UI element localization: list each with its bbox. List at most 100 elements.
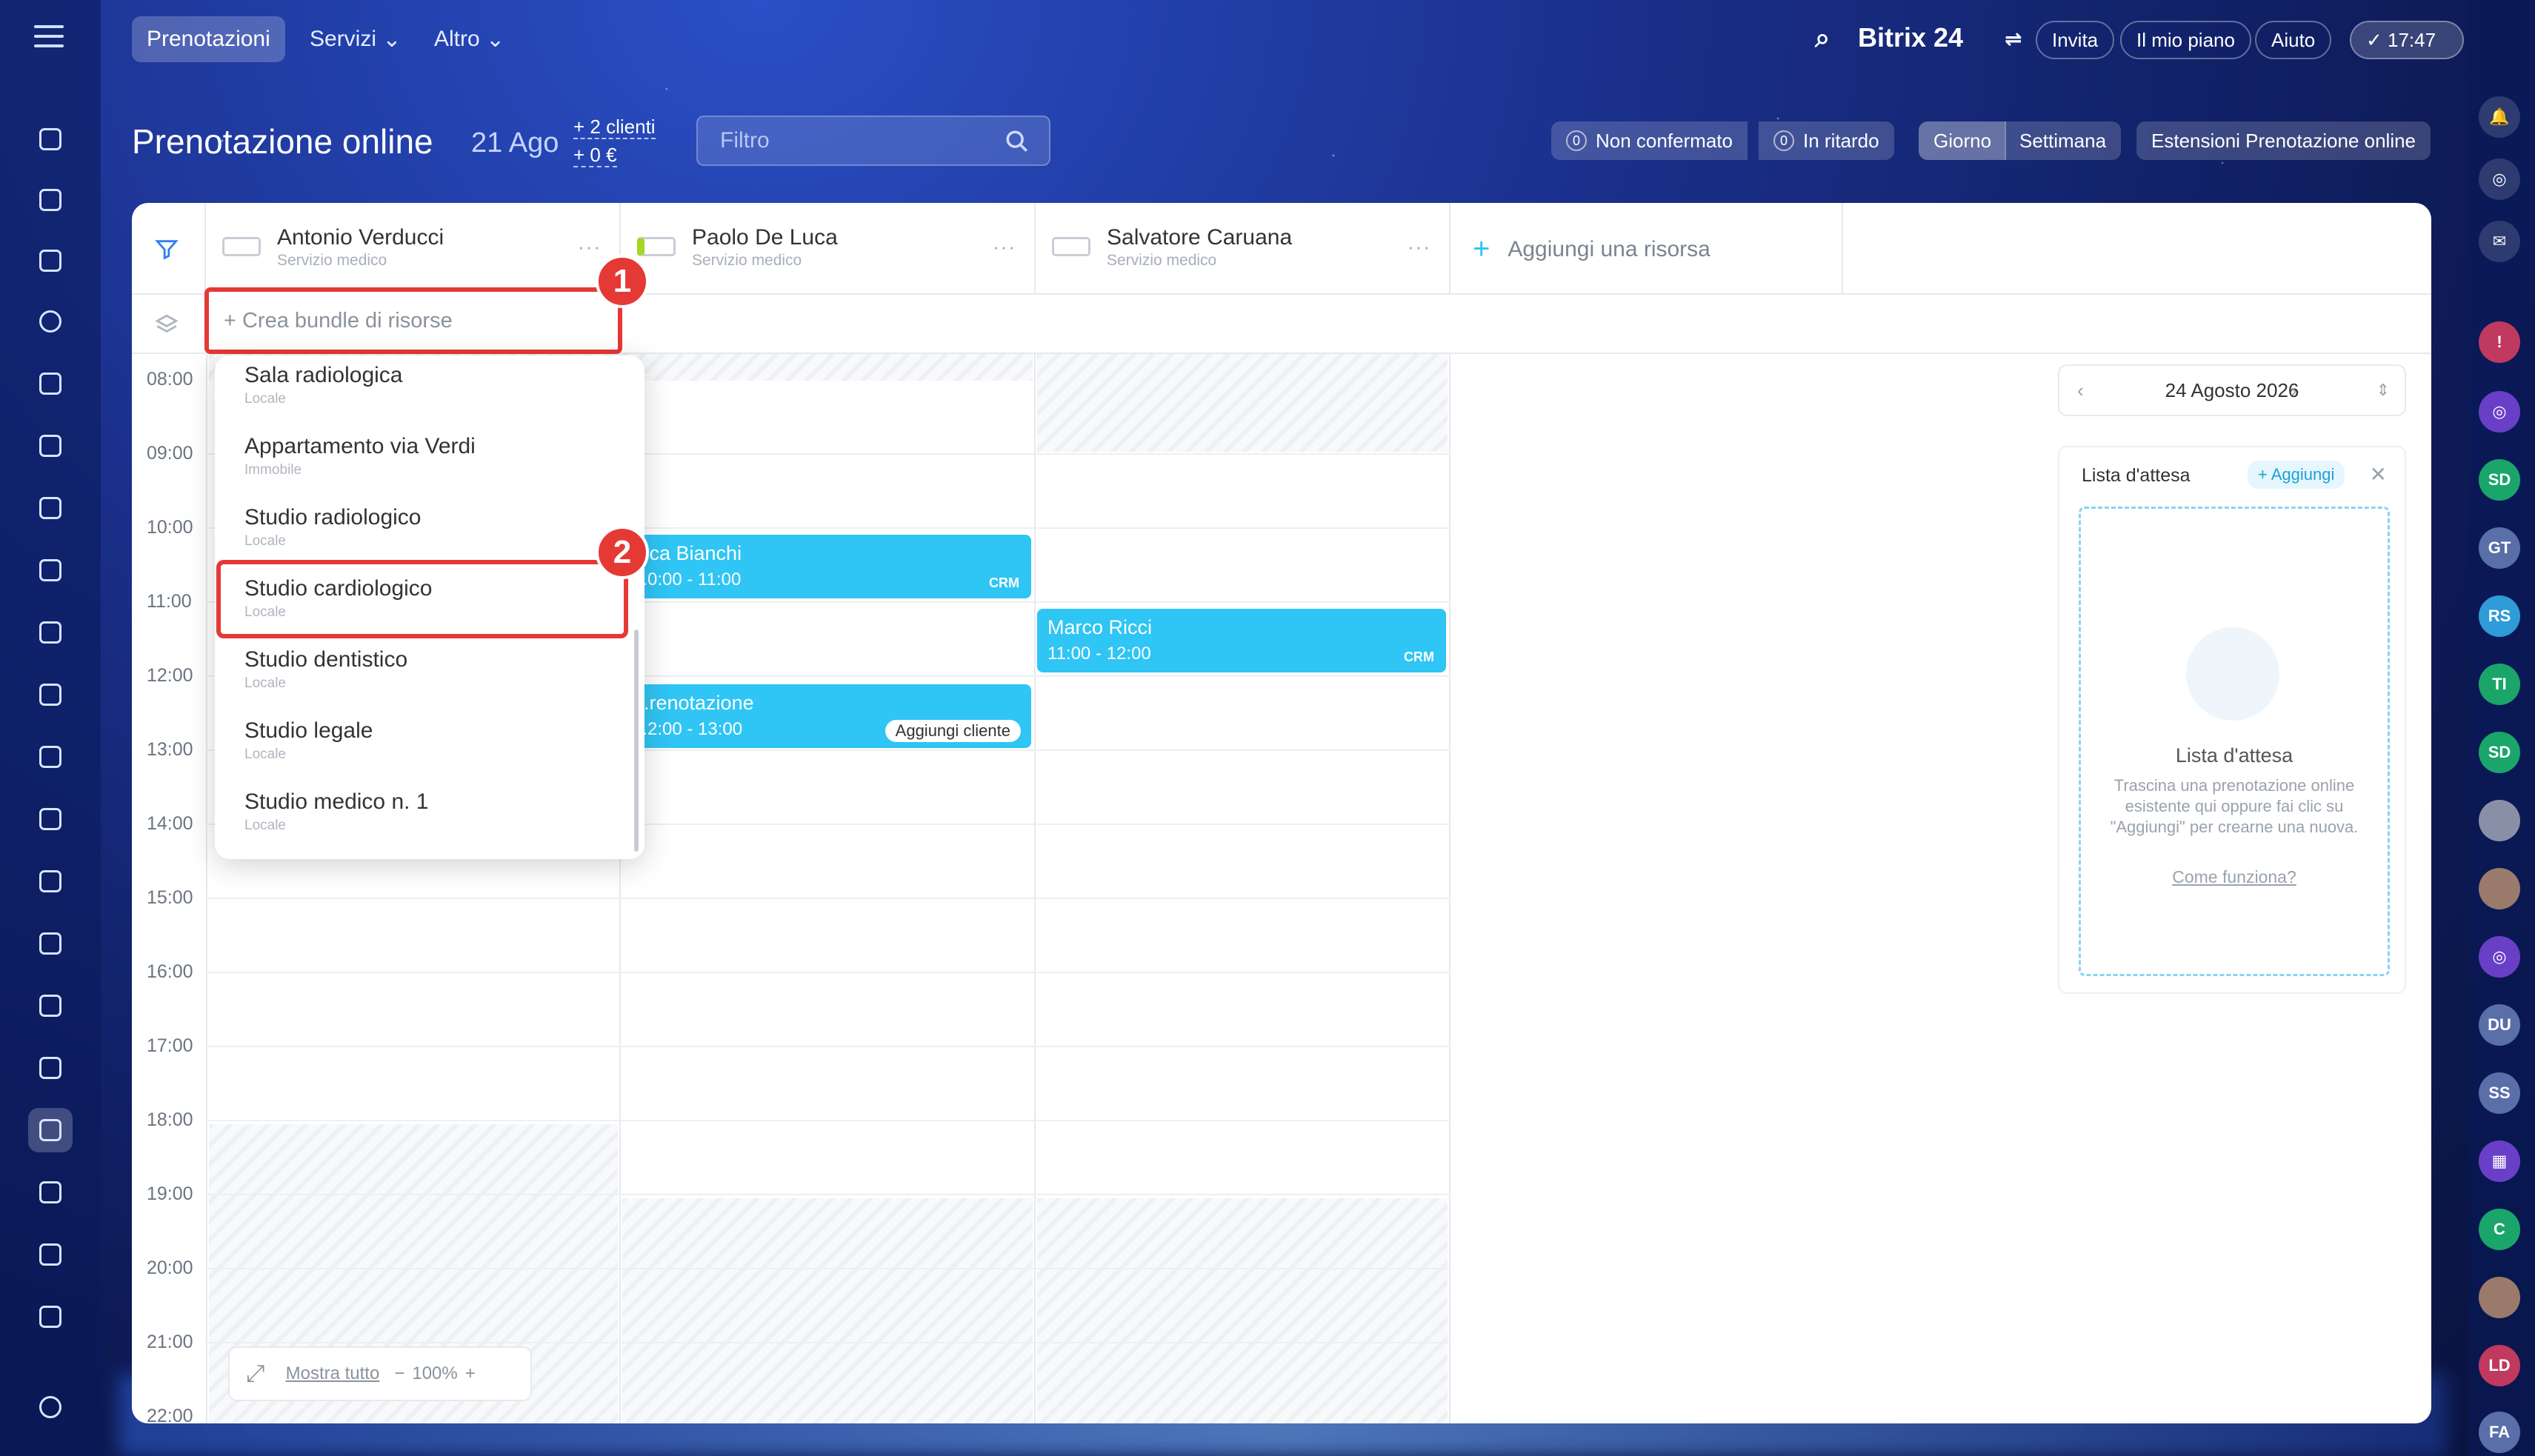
right-sidebar: 🔔 ◎ ✉ ! ◎ SD GT RS TI SD ◎ DU SS ▦ C LD … [2468, 0, 2535, 1456]
dropdown-item[interactable]: Appartamento via Verdi Immobile [244, 434, 476, 478]
avatar-photo-2[interactable] [2479, 868, 2520, 909]
collapse-icon[interactable]: ⇕ [2376, 381, 2390, 400]
close-icon[interactable]: ✕ [2370, 462, 2387, 487]
chat-icon[interactable] [28, 178, 73, 222]
avatar-gt[interactable]: GT [2479, 527, 2520, 569]
money-stat[interactable]: + 0 € [573, 144, 617, 167]
avatar-fa[interactable]: FA [2479, 1412, 2520, 1453]
dropdown-item[interactable]: Studio legale Locale [244, 718, 373, 763]
booking-event-empty[interactable]: ...renotazione ...2:00 - 13:00 Aggiungi … [622, 684, 1031, 748]
docs-icon[interactable] [28, 424, 73, 468]
avatar-sd-2[interactable]: SD [2479, 732, 2520, 773]
current-date[interactable]: 24 Agosto 2026 [2165, 379, 2299, 402]
avatar-ss[interactable]: SS [2479, 1072, 2520, 1114]
crm-icon[interactable] [28, 361, 73, 406]
zoom-out-button[interactable]: − [394, 1363, 404, 1384]
how-it-works-link[interactable]: Come funziona? [2081, 867, 2388, 887]
store-icon[interactable] [28, 859, 73, 904]
tab-altro[interactable]: Altro ⌄ [419, 16, 519, 62]
copilot-icon[interactable]: ◎ [2479, 158, 2520, 200]
dropdown-item[interactable]: Studio radiologico Locale [244, 505, 422, 550]
bell-icon[interactable]: 🔔 [2479, 96, 2520, 138]
sign-icon[interactable] [28, 1295, 73, 1339]
crm-badge[interactable]: CRM [989, 575, 1019, 591]
calendar-icon[interactable] [28, 486, 73, 530]
id-card-icon[interactable] [28, 921, 73, 966]
search-icon[interactable]: ⌕ [1815, 22, 1830, 54]
create-bundle-input[interactable]: + Crea bundle di risorse [204, 287, 622, 354]
page-date[interactable]: 21 Ago [471, 127, 559, 159]
robot-icon[interactable] [28, 984, 73, 1028]
file-icon[interactable] [28, 610, 73, 655]
calendar-chat-icon[interactable]: ▦ [2479, 1141, 2520, 1182]
time-label: 11:00 [147, 591, 192, 612]
dropdown-scrollbar[interactable] [634, 630, 639, 852]
time-label: 22:00 [147, 1406, 193, 1423]
openlines-icon-2[interactable]: ◎ [2479, 936, 2520, 978]
add-resource-button[interactable]: + Aggiungi una risorsa [1473, 233, 1710, 266]
booking-event-bianchi[interactable]: ...ca Bianchi ...0:00 - 11:00 CRM [622, 535, 1031, 598]
edit-doc-icon[interactable] [28, 1232, 73, 1277]
waiting-list-add-button[interactable]: + Aggiungi [2248, 461, 2345, 489]
unconfirmed-button[interactable]: 0 Non confermato [1551, 121, 1748, 160]
zoom-in-button[interactable]: + [465, 1363, 476, 1384]
more-icon[interactable]: ··· [578, 236, 602, 258]
waiting-list-dropzone[interactable]: Lista d'attesa Trascina una prenotazione… [2079, 507, 2390, 976]
more-icon[interactable]: ··· [993, 236, 1016, 258]
alert-avatar-icon[interactable]: ! [2479, 321, 2520, 363]
next-day-icon[interactable]: › [2291, 379, 2297, 402]
hexagon-icon[interactable] [28, 299, 73, 344]
tab-prenotazioni[interactable]: Prenotazioni [132, 16, 285, 62]
cart-icon[interactable] [28, 797, 73, 841]
sliders-icon[interactable]: ⇌ [2005, 27, 2022, 51]
resource-column-1[interactable]: Paolo De Luca Servizio medico ··· [621, 203, 1036, 295]
invite-button[interactable]: Invita [2036, 21, 2115, 59]
week-view-button[interactable]: Settimana [2005, 121, 2122, 160]
prev-day-icon[interactable]: ‹ [2077, 379, 2084, 402]
clock-pill[interactable]: ✓ 17:47 [2350, 21, 2464, 59]
funnel-icon[interactable] [154, 237, 179, 262]
settings-gear-icon[interactable] [28, 1385, 73, 1429]
expand-icon[interactable]: ⤢ [246, 1360, 265, 1388]
booking-icon[interactable] [28, 1108, 73, 1152]
tasks-icon[interactable] [28, 238, 73, 283]
show-all-button[interactable]: Mostra tutto [286, 1363, 380, 1384]
clients-stat[interactable]: + 2 clienti [573, 116, 656, 139]
my-plan-button[interactable]: Il mio piano [2120, 21, 2251, 59]
resource-column-0[interactable]: Antonio Verducci Servizio medico ··· [206, 203, 621, 295]
dropdown-item[interactable]: Studio dentistico Locale [244, 647, 407, 692]
avatar-photo-3[interactable] [2479, 1277, 2520, 1318]
resource-column-2[interactable]: Salvatore Caruana Servizio medico ··· [1036, 203, 1450, 295]
extensions-button[interactable]: Estensioni Prenotazione online [2136, 121, 2431, 160]
filter-funnel-icon[interactable] [28, 735, 73, 779]
dropdown-item[interactable]: Studio medico n. 1 Locale [244, 789, 428, 834]
library-icon[interactable] [28, 1046, 73, 1090]
dropdown-item-type: Locale [244, 391, 286, 407]
avatar-rs[interactable]: RS [2479, 595, 2520, 637]
filter-input[interactable]: Filtro [696, 116, 1050, 166]
tab-servizi[interactable]: Servizi ⌄ [295, 16, 416, 62]
menu-icon[interactable] [34, 25, 64, 49]
late-button[interactable]: 0 In ritardo [1759, 121, 1894, 160]
more-icon[interactable]: ··· [1408, 236, 1431, 258]
avatar-ti[interactable]: TI [2479, 664, 2520, 705]
dropdown-item-type: Locale [244, 747, 286, 762]
avatar-photo-1[interactable] [2479, 800, 2520, 841]
help-button[interactable]: Aiuto [2255, 21, 2332, 59]
openlines-icon[interactable]: ◎ [2479, 391, 2520, 433]
card-icon[interactable] [28, 672, 73, 717]
avatar-ld[interactable]: LD [2479, 1345, 2520, 1386]
avatar-c[interactable]: C [2479, 1209, 2520, 1250]
dropdown-item[interactable]: Sala radiologica Locale [244, 363, 402, 407]
add-client-button[interactable]: Aggiungi cliente [885, 720, 1021, 742]
sidebar-icon-1[interactable] [28, 117, 73, 161]
crm-badge[interactable]: CRM [1404, 649, 1434, 665]
avatar-sd[interactable]: SD [2479, 459, 2520, 501]
messages-icon[interactable]: ✉ [2479, 221, 2520, 262]
analytics-icon[interactable] [28, 1170, 73, 1215]
avatar-du[interactable]: DU [2479, 1004, 2520, 1046]
day-view-button[interactable]: Giorno [1919, 121, 2007, 160]
booking-event-ricci[interactable]: Marco Ricci 11:00 - 12:00 CRM [1037, 609, 1446, 672]
selected-item-highlight [216, 560, 628, 638]
board-icon[interactable] [28, 548, 73, 592]
